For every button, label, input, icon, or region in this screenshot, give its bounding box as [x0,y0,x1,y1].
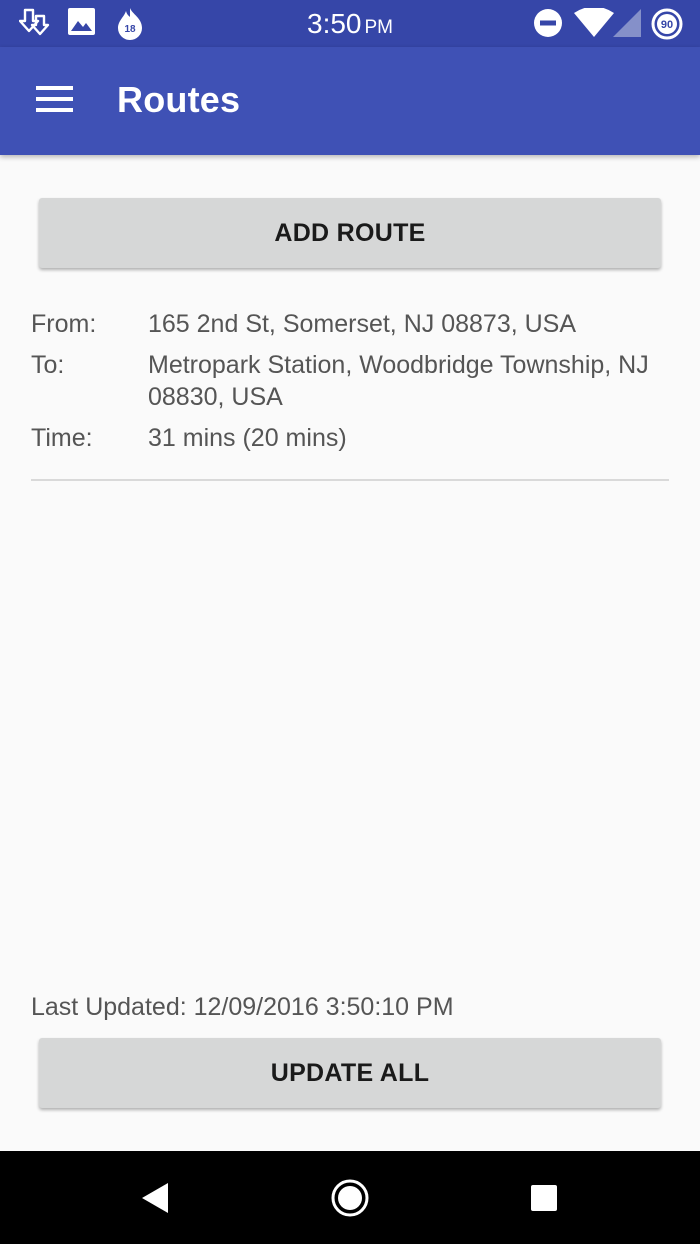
battery-saver-icon: 90 [651,8,683,40]
status-bar: 18 3:50 PM 90 [0,0,700,47]
time-label: Time: [31,424,93,452]
hamburger-menu-icon[interactable] [30,79,80,123]
route-divider [31,479,669,481]
signal-icon [613,9,641,37]
route-item[interactable]: From: 165 2nd St, Somerset, NJ 08873, US… [31,308,669,463]
to-label: To: [31,351,65,379]
home-icon[interactable] [330,1178,370,1218]
back-icon[interactable] [140,1181,170,1215]
wifi-icon [574,8,614,37]
update-all-button[interactable]: UPDATE ALL [39,1038,661,1108]
navigation-bar [0,1151,700,1244]
route-time-row: Time: 31 mins (20 mins) [31,422,669,454]
add-route-button[interactable]: ADD ROUTE [39,198,661,268]
svg-text:90: 90 [661,19,673,31]
app-bar: Routes [0,47,700,155]
page-title: Routes [117,79,241,120]
time-value: 31 mins (20 mins) [148,424,347,452]
route-from-row: From: 165 2nd St, Somerset, NJ 08873, US… [31,308,669,340]
last-updated-text: Last Updated: 12/09/2016 3:50:10 PM [31,993,454,1021]
from-value: 165 2nd St, Somerset, NJ 08873, USA [148,310,577,338]
do-not-disturb-icon [534,9,562,37]
from-label: From: [31,310,97,338]
clock-ampm: PM [364,17,394,38]
route-to-row: To: Metropark Station, Woodbridge Townsh… [31,349,669,413]
clock-time: 3:50 [307,8,362,39]
to-value: Metropark Station, Woodbridge Township, … [148,351,649,411]
recents-icon[interactable] [530,1184,558,1212]
